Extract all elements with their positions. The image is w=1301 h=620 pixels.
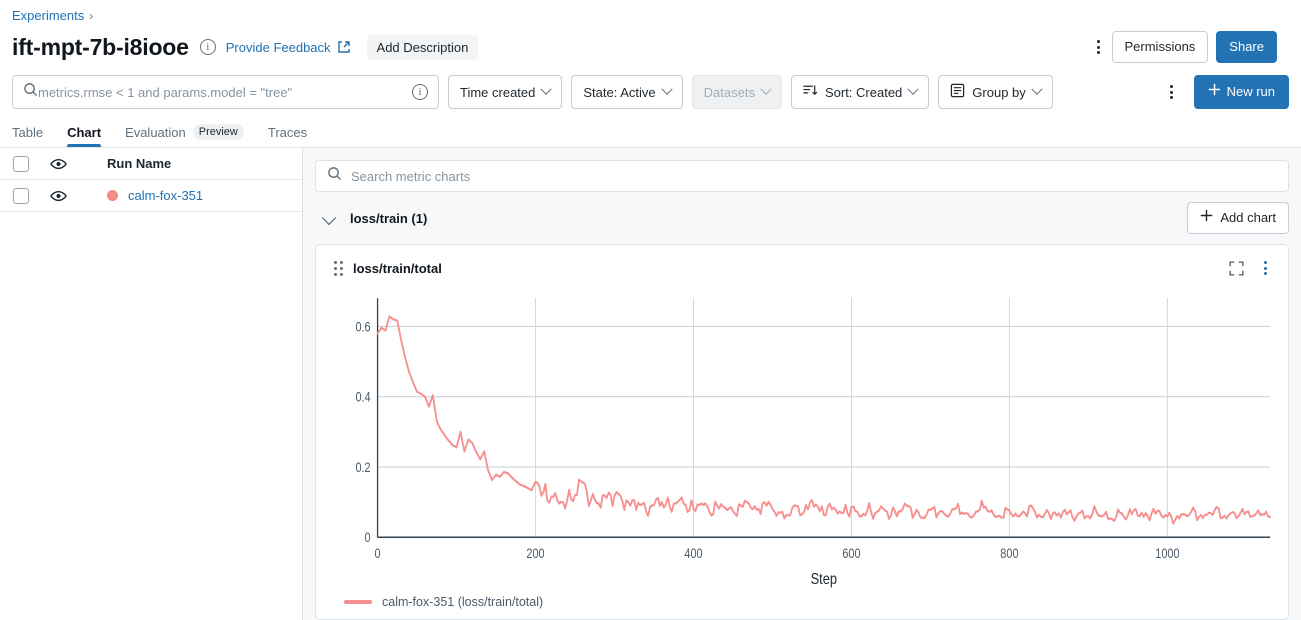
plot-area: 0 0.2 0.4 0.6 0 200 400 600 800 1000 Step	[326, 281, 1278, 589]
metric-section-title: loss/train (1)	[350, 210, 428, 226]
tab-evaluation-label: Evaluation	[125, 124, 186, 140]
state-filter[interactable]: State: Active	[571, 75, 683, 109]
line-chart-svg: 0 0.2 0.4 0.6 0 200 400 600 800 1000 Step	[355, 298, 1271, 589]
chart-legend: calm-fox-351 (loss/train/total)	[326, 589, 1278, 619]
header-overflow-menu-icon[interactable]	[1086, 32, 1112, 62]
provide-feedback-link[interactable]: Provide Feedback	[226, 40, 331, 55]
tab-chart[interactable]: Chart	[67, 125, 101, 147]
metric-chart-card: loss/train/total 0 0.2 0.4 0.6 0 200 400 600 800…	[315, 244, 1289, 620]
add-description-button[interactable]: Add Description	[366, 34, 479, 60]
svg-text:0.4: 0.4	[355, 389, 370, 404]
svg-text:200: 200	[526, 546, 544, 561]
metric-search-input[interactable]	[351, 168, 1277, 184]
eye-icon[interactable]	[50, 190, 67, 202]
svg-text:600: 600	[842, 546, 860, 561]
chevron-down-icon	[540, 83, 553, 95]
add-chart-label: Add chart	[1220, 210, 1276, 225]
chart-overflow-menu-icon[interactable]	[1252, 253, 1278, 283]
info-circle-icon[interactable]: i	[199, 39, 216, 55]
run-search-box[interactable]: i	[12, 75, 439, 109]
search-input[interactable]	[38, 84, 406, 100]
datasets-label: Datasets	[703, 84, 755, 100]
search-info-icon[interactable]: i	[412, 84, 428, 100]
share-button[interactable]: Share	[1216, 31, 1277, 63]
page-body: Run Name calm-fox-351 Search metric char…	[0, 147, 1301, 620]
legend-color-swatch	[344, 600, 372, 604]
svg-text:0: 0	[365, 530, 371, 545]
tab-chart-label: Chart	[67, 125, 102, 140]
svg-text:400: 400	[684, 546, 702, 561]
chart-title: loss/train/total	[353, 260, 442, 276]
breadcrumb-separator: ›	[89, 8, 94, 23]
search-icon	[23, 82, 38, 102]
filter-overflow-menu-icon[interactable]	[1159, 77, 1185, 107]
external-link-icon[interactable]	[337, 40, 351, 54]
svg-text:1000: 1000	[1155, 546, 1179, 561]
fullscreen-icon[interactable]	[1229, 260, 1244, 276]
chevron-down-icon	[1031, 83, 1043, 95]
eye-icon[interactable]	[50, 158, 67, 170]
run-name-cell: calm-fox-351	[107, 188, 203, 203]
search-icon	[327, 166, 342, 186]
group-by-filter[interactable]: Group by	[938, 75, 1053, 109]
svg-text:0.6: 0.6	[355, 319, 370, 334]
datasets-filter: Datasets	[691, 75, 782, 109]
chevron-down-icon	[760, 83, 772, 95]
new-run-button[interactable]: New run	[1193, 75, 1289, 109]
permissions-button[interactable]: Permissions	[1111, 31, 1209, 63]
time-created-filter[interactable]: Time created	[448, 75, 563, 109]
tab-traces-label: Traces	[267, 125, 308, 140]
title-row: ift-mpt-7b-i8iooe i Provide Feedback Add…	[0, 23, 1301, 67]
chevron-down-icon	[660, 83, 673, 95]
new-run-label: New run	[1226, 84, 1275, 99]
sort-filter[interactable]: Sort: Created	[790, 75, 930, 109]
preview-badge: Preview	[192, 124, 244, 140]
drag-handle-icon[interactable]	[334, 260, 343, 276]
tab-table[interactable]: Table	[12, 125, 43, 147]
chevron-down-icon	[907, 83, 919, 95]
chevron-down-icon[interactable]	[321, 210, 337, 226]
add-chart-button[interactable]: Add chart	[1187, 202, 1289, 234]
runs-panel: Run Name calm-fox-351	[0, 148, 303, 620]
sort-descending-icon	[803, 83, 818, 101]
row-checkbox[interactable]	[13, 187, 29, 204]
runs-table-header: Run Name	[0, 148, 302, 180]
state-label: State: Active	[583, 84, 656, 100]
table-row[interactable]: calm-fox-351	[0, 180, 302, 212]
plus-icon	[1200, 209, 1213, 227]
chart-card-header: loss/train/total	[326, 255, 1278, 281]
filter-toolbar: i Time created State: Active Datasets So…	[0, 67, 1301, 115]
svg-text:800: 800	[1000, 546, 1018, 561]
tab-evaluation[interactable]: Evaluation Preview	[125, 124, 244, 147]
charts-panel: loss/train (1) Add chart loss/train/tota…	[303, 148, 1301, 620]
sort-label: Sort: Created	[824, 84, 903, 100]
svg-text:0: 0	[375, 546, 381, 561]
tab-table-label: Table	[12, 125, 44, 140]
svg-text:Step: Step	[811, 571, 837, 589]
experiment-page: Experiments › ift-mpt-7b-i8iooe i Provid…	[0, 0, 1301, 620]
page-title: ift-mpt-7b-i8iooe	[12, 33, 189, 60]
select-all-checkbox[interactable]	[13, 155, 29, 172]
svg-text:0.2: 0.2	[355, 460, 370, 475]
breadcrumb-experiments-link[interactable]: Experiments	[12, 8, 84, 23]
plus-icon	[1208, 83, 1221, 101]
legend-label[interactable]: calm-fox-351 (loss/train/total)	[382, 595, 543, 609]
run-color-swatch	[107, 190, 118, 201]
metric-section-header: loss/train (1) Add chart	[315, 192, 1289, 244]
time-created-label: Time created	[460, 84, 536, 100]
breadcrumb: Experiments ›	[0, 0, 1301, 23]
group-by-label: Group by	[972, 84, 1026, 100]
list-icon	[950, 83, 965, 101]
tab-traces[interactable]: Traces	[268, 125, 307, 147]
run-name-column-header: Run Name	[107, 156, 172, 171]
tab-bar: Table Chart Evaluation Preview Traces	[0, 115, 1301, 147]
metric-search-box[interactable]	[315, 160, 1289, 192]
run-name-link[interactable]: calm-fox-351	[128, 188, 203, 203]
